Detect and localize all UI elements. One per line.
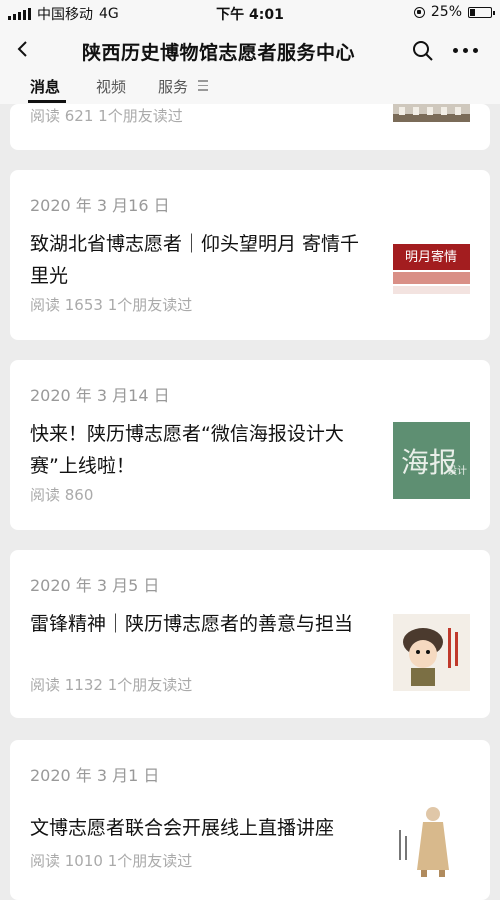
nav-bar: 陕西历史博物馆志愿者服务中心	[0, 26, 500, 76]
tab-videos[interactable]: 视频	[96, 76, 126, 97]
article-meta: 阅读 1132 1个朋友读过	[30, 676, 193, 694]
back-arrow-icon[interactable]	[14, 40, 32, 58]
article-date: 2020 年 3 月16 日	[30, 196, 170, 215]
article-meta: 阅读 621 1个朋友读过	[30, 107, 183, 125]
page-title: 陕西历史博物馆志愿者服务中心	[82, 42, 356, 64]
figurine-illustration	[393, 800, 470, 877]
poster-contest-thumbnail: 海报 设计	[393, 422, 470, 499]
status-bar: 中国移动 4G 下午 4:01 25%	[0, 0, 500, 26]
more-icon[interactable]	[453, 48, 478, 53]
menu-icon	[198, 80, 208, 91]
tab-messages[interactable]: 消息	[30, 76, 60, 97]
svg-text:设计: 设计	[447, 464, 467, 477]
article-meta: 阅读 1010 1个朋友读过	[30, 852, 193, 870]
article-title: 致湖北省博志愿者｜仰头望明月 寄情千里光	[30, 233, 360, 287]
building-photo	[393, 104, 470, 122]
search-icon[interactable]	[412, 40, 434, 62]
article-date: 2020 年 3 月1 日	[30, 766, 160, 785]
article-title: 文博志愿者联合会开展线上直播讲座	[30, 817, 335, 839]
battery-percent: 25%	[430, 4, 462, 20]
article-date: 2020 年 3 月14 日	[30, 386, 170, 405]
tab-services[interactable]: 服务	[158, 76, 188, 97]
lei-feng-illustration	[393, 614, 470, 691]
article-title: 雷锋精神｜陕历博志愿者的善意与担当	[30, 613, 354, 635]
svg-text:明月寄情: 明月寄情	[405, 249, 457, 265]
battery-icon	[468, 6, 495, 18]
article-title: 快来！陕历博志愿者“微信海报设计大赛”上线啦！	[30, 423, 344, 477]
article-card[interactable]: 2020 年 3 月14 日 快来！陕历博志愿者“微信海报设计大赛”上线啦！ 阅…	[10, 360, 490, 530]
poem-banner-thumbnail: 明月寄情	[393, 230, 470, 307]
tab-bar: 消息 视频 服务	[0, 76, 500, 104]
article-card[interactable]: 阅读 621 1个朋友读过	[10, 104, 490, 150]
article-date: 2020 年 3 月5 日	[30, 576, 160, 595]
rotation-lock-icon	[413, 6, 425, 18]
article-meta: 阅读 1653 1个朋友读过	[30, 296, 193, 314]
article-card[interactable]: 2020 年 3 月1 日 文博志愿者联合会开展线上直播讲座 阅读 1010 1…	[10, 740, 490, 900]
tab-active-indicator	[28, 100, 66, 103]
article-meta: 阅读 860	[30, 486, 94, 504]
article-card[interactable]: 2020 年 3 月5 日 雷锋精神｜陕历博志愿者的善意与担当 阅读 1132 …	[10, 550, 490, 718]
article-card[interactable]: 2020 年 3 月16 日 致湖北省博志愿者｜仰头望明月 寄情千里光 阅读 1…	[10, 170, 490, 340]
